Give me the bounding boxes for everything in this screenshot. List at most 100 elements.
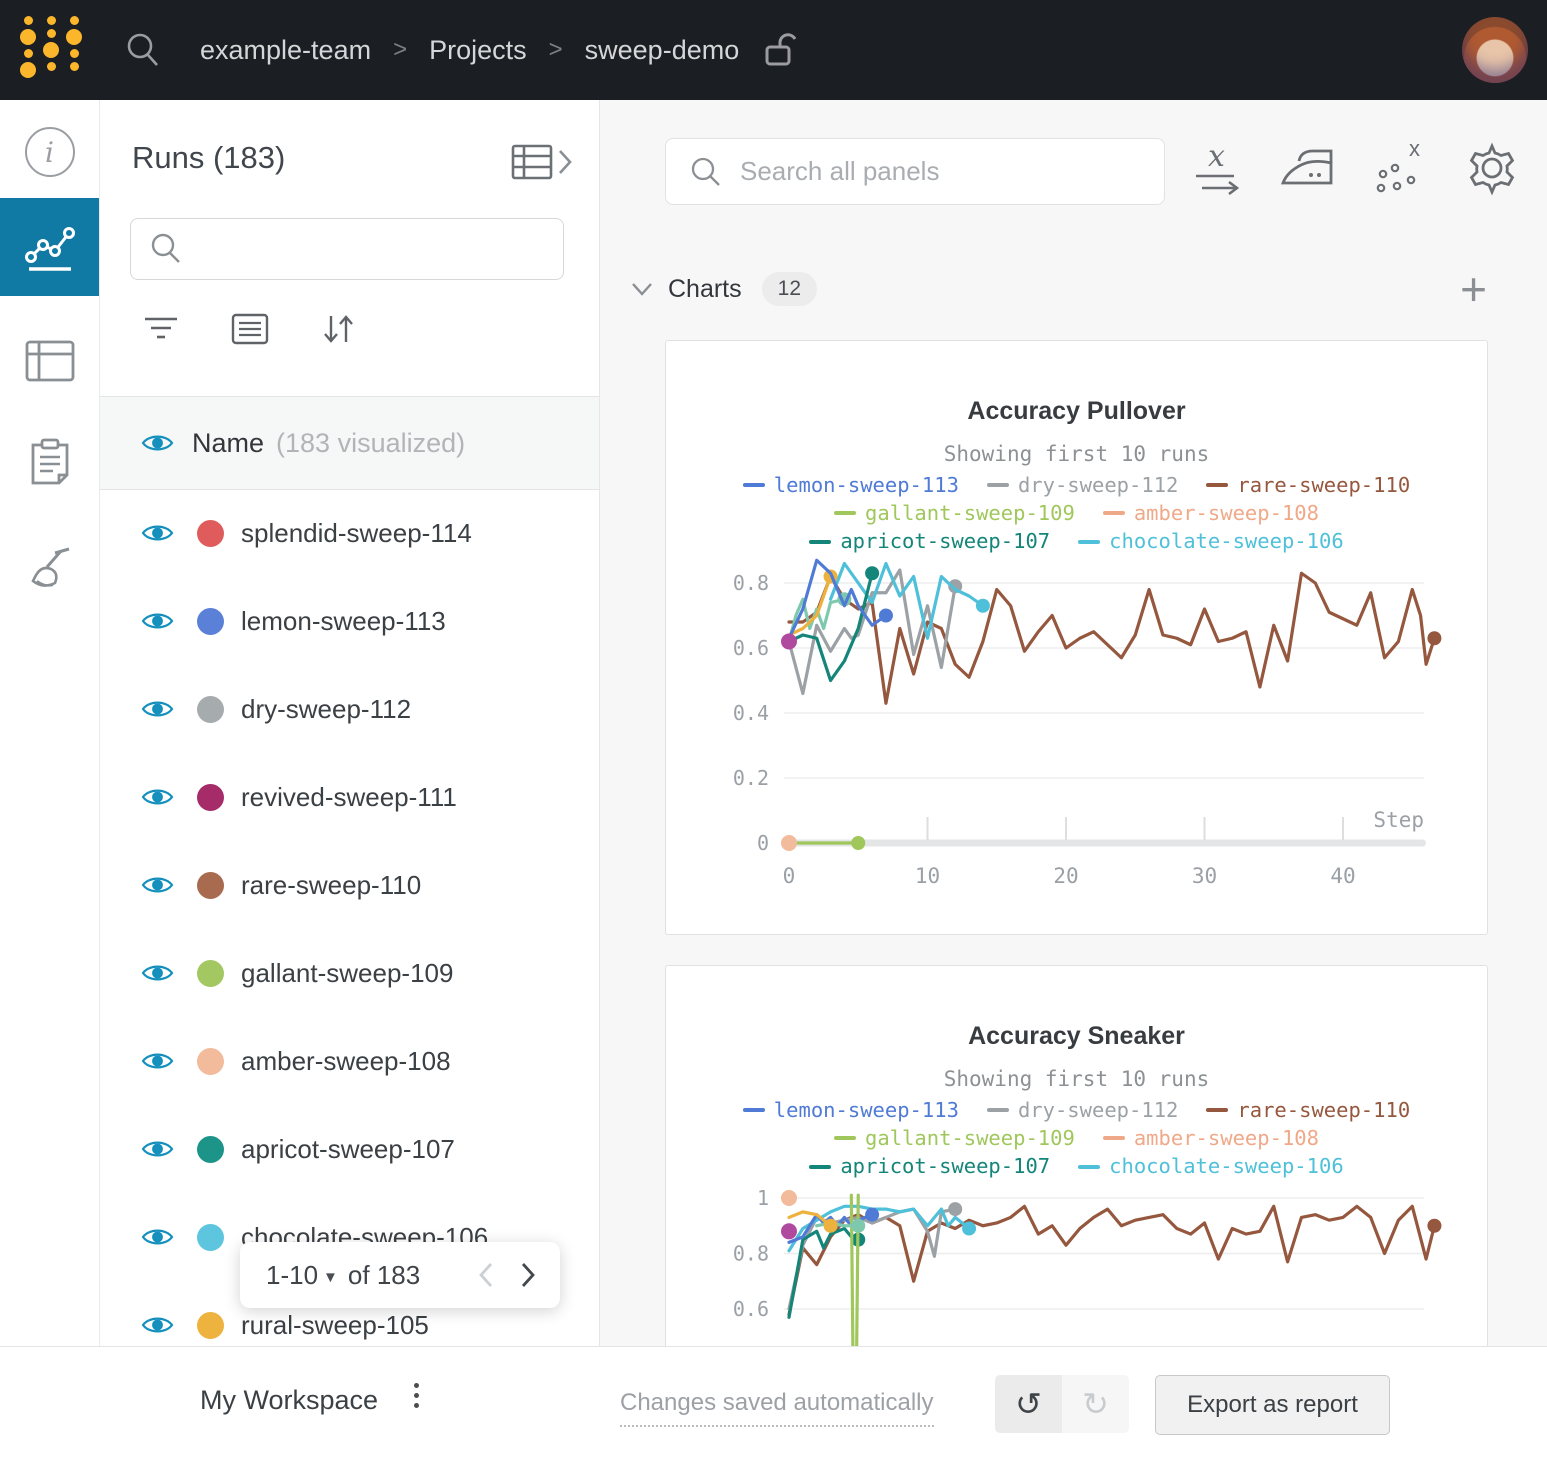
table-icon (511, 144, 553, 180)
breadcrumb-project-name[interactable]: sweep-demo (585, 35, 740, 66)
legend-entry[interactable]: gallant-sweep-109 (834, 1125, 1075, 1152)
svg-text:20: 20 (1053, 864, 1078, 888)
run-row[interactable]: apricot-sweep-107 (99, 1105, 599, 1193)
run-visibility-eye-icon[interactable] (141, 962, 174, 984)
run-visibility-eye-icon[interactable] (141, 610, 174, 632)
legend-entry[interactable]: lemon-sweep-113 (743, 1097, 959, 1124)
outlier-removal-icon[interactable]: x (1373, 140, 1427, 196)
run-visibility-eye-icon[interactable] (141, 522, 174, 544)
legend-entry[interactable]: chocolate-sweep-106 (1078, 528, 1344, 555)
next-page-button[interactable] (520, 1260, 536, 1290)
eye-visible-icon (141, 522, 174, 544)
run-visibility-eye-icon[interactable] (141, 1138, 174, 1160)
legend-entry[interactable]: amber-sweep-108 (1103, 500, 1319, 527)
run-row[interactable]: revived-sweep-111 (99, 753, 599, 841)
smoothing-iron-icon[interactable] (1279, 143, 1335, 193)
settings-gear-icon[interactable] (1464, 140, 1520, 196)
run-name[interactable]: dry-sweep-112 (241, 694, 411, 725)
visibility-all-eye-icon[interactable] (141, 432, 174, 454)
run-row[interactable]: lemon-sweep-113 (99, 577, 599, 665)
autosave-status[interactable]: Changes saved automatically (620, 1389, 934, 1427)
run-name[interactable]: revived-sweep-111 (241, 782, 457, 813)
run-list: splendid-sweep-114 lemon-sweep-113 dry-swe… (99, 489, 599, 1457)
run-row[interactable]: amber-sweep-108 (99, 1017, 599, 1105)
legend-entry[interactable]: apricot-sweep-107 (809, 528, 1050, 555)
run-name[interactable]: amber-sweep-108 (241, 1046, 451, 1077)
legend-entry[interactable]: rare-sweep-110 (1206, 472, 1410, 499)
chart-subtitle: Showing first 10 runs (666, 442, 1487, 466)
redo-button[interactable]: ↻ (1062, 1375, 1129, 1433)
global-search-icon[interactable] (124, 31, 162, 74)
run-row[interactable]: rare-sweep-110 (99, 841, 599, 929)
chart-panel-accuracy-pullover[interactable]: Accuracy Pullover Showing first 10 runs … (665, 340, 1488, 935)
workspace-name-label[interactable]: My Workspace (200, 1385, 378, 1416)
chevron-down-icon[interactable] (630, 281, 654, 297)
sort-icon[interactable] (321, 312, 355, 346)
run-color-dot (197, 696, 224, 723)
run-row[interactable]: dry-sweep-112 (99, 665, 599, 753)
pagination-range-selector[interactable]: 1-10 (266, 1260, 318, 1291)
nav-reports[interactable] (0, 413, 99, 511)
run-visibility-eye-icon[interactable] (141, 698, 174, 720)
x-axis-settings-icon[interactable]: x (1190, 140, 1242, 196)
breadcrumb-team[interactable]: example-team (200, 35, 371, 66)
run-color-dot (197, 872, 224, 899)
legend-entry[interactable]: amber-sweep-108 (1103, 1125, 1319, 1152)
legend-color-dash (1103, 1136, 1125, 1140)
filter-icon[interactable] (143, 314, 179, 344)
legend-color-dash (834, 1136, 856, 1140)
legend-entry[interactable]: rare-sweep-110 (1206, 1097, 1410, 1124)
undo-button[interactable]: ↺ (995, 1375, 1062, 1433)
legend-entry[interactable]: gallant-sweep-109 (834, 500, 1075, 527)
bottom-bar: My Workspace Changes saved automatically… (0, 1346, 1547, 1457)
run-name[interactable]: rare-sweep-110 (241, 870, 421, 901)
run-name[interactable]: splendid-sweep-114 (241, 518, 472, 549)
run-visibility-eye-icon[interactable] (141, 1226, 174, 1248)
charts-section-label[interactable]: Charts (668, 275, 742, 304)
run-color-dot (197, 1048, 224, 1075)
run-visibility-eye-icon[interactable] (141, 1314, 174, 1336)
chart-plot-area[interactable]: 10.80.6 (666, 1181, 1487, 1347)
run-row[interactable]: gallant-sweep-109 (99, 929, 599, 1017)
panel-search-input[interactable]: Search all panels (665, 138, 1165, 205)
workspace-menu-kebab-icon[interactable] (414, 1383, 419, 1408)
export-report-button[interactable]: Export as report (1155, 1375, 1390, 1435)
user-avatar[interactable] (1462, 17, 1528, 83)
run-name[interactable]: apricot-sweep-107 (241, 1134, 455, 1165)
left-nav-rail: i (0, 100, 100, 1457)
legend-color-dash (809, 1165, 831, 1169)
runs-search-input[interactable] (130, 218, 564, 280)
run-name[interactable]: gallant-sweep-109 (241, 958, 453, 989)
nav-overview-icon[interactable]: i (0, 103, 99, 201)
run-visibility-eye-icon[interactable] (141, 1050, 174, 1072)
run-color-dot (197, 1312, 224, 1339)
expand-runs-table-button[interactable] (511, 144, 573, 180)
run-visibility-eye-icon[interactable] (141, 874, 174, 896)
previous-page-button[interactable] (478, 1260, 494, 1290)
nav-sweeps[interactable] (0, 521, 99, 619)
run-name[interactable]: lemon-sweep-113 (241, 606, 446, 637)
legend-entry[interactable]: lemon-sweep-113 (743, 472, 959, 499)
legend-entry[interactable]: chocolate-sweep-106 (1078, 1153, 1344, 1180)
breadcrumb-projects[interactable]: Projects (429, 35, 527, 66)
run-visibility-eye-icon[interactable] (141, 786, 174, 808)
nav-runs-table[interactable] (0, 312, 99, 410)
legend-color-dash (987, 1108, 1009, 1112)
wandb-logo[interactable] (20, 16, 82, 78)
top-bar: example-team > Projects > sweep-demo (0, 0, 1547, 100)
run-name[interactable]: rural-sweep-105 (241, 1310, 429, 1341)
run-color-dot (197, 784, 224, 811)
legend-entry[interactable]: apricot-sweep-107 (809, 1153, 1050, 1180)
legend-run-name: chocolate-sweep-106 (1109, 528, 1344, 555)
add-panel-button[interactable]: + (1460, 274, 1487, 304)
group-icon[interactable] (231, 313, 269, 345)
chart-panel-accuracy-sneaker[interactable]: Accuracy Sneaker Showing first 10 runs l… (665, 965, 1488, 1347)
run-color-dot (197, 1136, 224, 1163)
nav-workspace-charts[interactable] (0, 198, 99, 296)
legend-entry[interactable]: dry-sweep-112 (987, 1097, 1178, 1124)
chart-subtitle: Showing first 10 runs (666, 1067, 1487, 1091)
legend-entry[interactable]: dry-sweep-112 (987, 472, 1178, 499)
legend-color-dash (809, 540, 831, 544)
chart-plot-area[interactable]: 0.80.60.40.20010203040Step (666, 556, 1487, 906)
run-row[interactable]: splendid-sweep-114 (99, 489, 599, 577)
